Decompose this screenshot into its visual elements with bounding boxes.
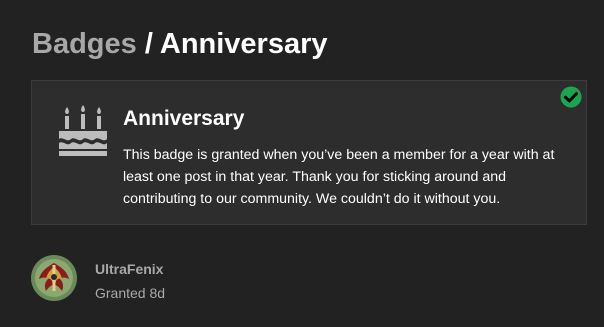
breadcrumb: Badges / Anniversary <box>32 26 328 62</box>
page-title: Anniversary <box>159 28 328 60</box>
breadcrumb-badges-link[interactable]: Badges <box>32 28 137 60</box>
granted-time: Granted 8d <box>95 285 166 301</box>
grantee-list-item: UltraFenix Granted 8d <box>31 255 331 305</box>
grantee-username-link[interactable]: UltraFenix <box>95 261 163 277</box>
badge-description: This badge is granted when you’ve been a… <box>123 147 555 207</box>
badge-title: Anniversary <box>123 107 245 130</box>
check-circle-icon <box>560 86 582 108</box>
avatar[interactable] <box>31 255 77 301</box>
badge-card: Anniversary This badge is granted when y… <box>31 80 587 225</box>
badge-page: Badges / Anniversary Anniversary This ba… <box>0 0 604 327</box>
birthday-cake-icon <box>59 105 107 156</box>
breadcrumb-separator: / <box>144 28 153 60</box>
